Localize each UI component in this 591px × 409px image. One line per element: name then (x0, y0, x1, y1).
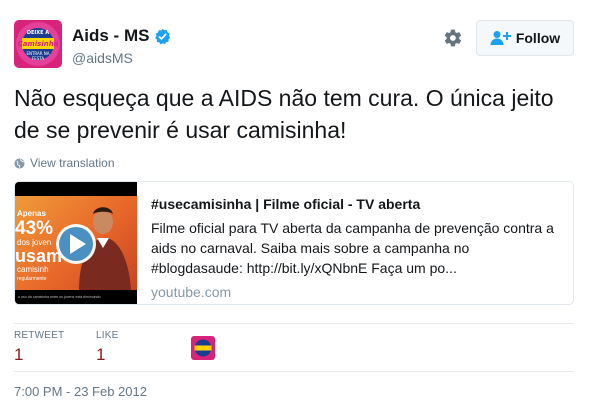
like-label: LIKE (96, 330, 119, 341)
svg-text:FESTA: FESTA (32, 56, 45, 61)
thumb-text-4: usam (15, 246, 62, 266)
thumb-text-5: camisinh (17, 265, 49, 274)
follow-button-label: Follow (515, 30, 561, 46)
thumb-text-6: regularmente (17, 276, 47, 282)
follow-button[interactable]: Follow (476, 20, 574, 56)
stats-divider-top (14, 323, 574, 324)
tweet-text: Não esqueça que a AIDS não tem cura. O ú… (14, 85, 554, 143)
tweet-timestamp[interactable]: 7:00 PM - 23 Feb 2012 (14, 384, 147, 399)
view-translation-link[interactable]: View translation (14, 156, 115, 170)
retweet-count: 1 (14, 345, 24, 364)
liker-avatar[interactable] (191, 336, 215, 360)
retweet-label: RETWEET (14, 330, 65, 341)
card-description: Filme oficial para TV aberta da campanha… (151, 220, 554, 276)
user-handle[interactable]: @aidsMS (72, 50, 171, 66)
gear-icon[interactable] (443, 28, 463, 48)
thumb-text-1: Apenas (17, 209, 46, 218)
svg-text:Camisinha: Camisinha (18, 40, 59, 48)
view-translation-label: View translation (30, 156, 115, 170)
user-identity[interactable]: Aids - MS @aidsMS (72, 26, 171, 66)
thumb-text-2: 43% (15, 218, 53, 239)
retweet-stat[interactable]: RETWEET 1 (14, 330, 64, 365)
video-thumbnail[interactable]: Apenas 43% dos joven usam camisinh regul… (15, 182, 137, 304)
svg-text:DEIXE A: DEIXE A (27, 30, 49, 36)
like-stat[interactable]: LIKE 1 (96, 330, 118, 365)
card-title[interactable]: #usecamisinha | Filme oficial - TV abert… (151, 195, 561, 213)
play-icon[interactable] (56, 224, 96, 264)
verified-icon (154, 28, 171, 45)
thumb-caption: o uso da camisinha entre os jovens está … (18, 295, 101, 299)
user-name[interactable]: Aids - MS (72, 26, 149, 46)
globe-icon (14, 157, 25, 169)
card-domain: youtube.com (151, 284, 232, 300)
follow-person-icon (490, 30, 512, 46)
stats-divider-bottom (14, 371, 574, 372)
link-card[interactable]: Apenas 43% dos joven usam camisinh regul… (14, 181, 574, 305)
profile-avatar[interactable]: DEIXE A Camisinha ENTRAR NA FESTA (14, 20, 62, 68)
like-count: 1 (96, 345, 106, 364)
